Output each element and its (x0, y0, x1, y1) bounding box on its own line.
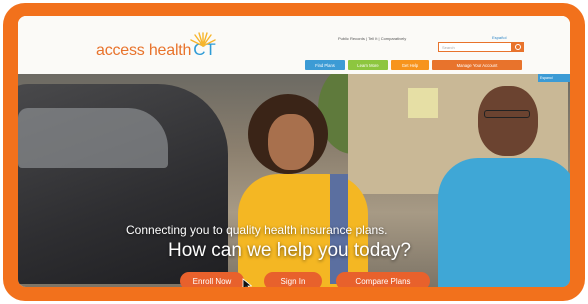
logo-text: access health (96, 42, 192, 59)
compare-plans-button[interactable]: Compare Plans (336, 272, 430, 287)
utility-links[interactable]: Public Records | Tell It | Comparatively (338, 36, 406, 41)
nav-learn-more[interactable]: Learn More (348, 60, 388, 70)
nav-manage-account[interactable]: Manage Your Account (432, 60, 522, 70)
hero-photo-man-head (478, 86, 538, 156)
hero-tagline: Connecting you to quality health insuran… (126, 223, 388, 237)
search-input[interactable]: Search (438, 42, 512, 52)
enroll-now-button[interactable]: Enroll Now (180, 272, 244, 287)
search-button[interactable] (512, 42, 524, 52)
mouse-cursor-icon (242, 278, 252, 287)
hero-question: How can we help you today? (168, 240, 411, 261)
site-header: access health CT Public Records | Tell I… (18, 16, 570, 74)
hero-photo-glasses (484, 110, 530, 118)
hero-photo-man-body (438, 158, 570, 287)
nav-get-help[interactable]: Get Help (391, 60, 429, 70)
side-tab[interactable]: Espanol (538, 74, 570, 82)
sun-icon (190, 32, 216, 47)
browser-screenshot: access health CT Public Records | Tell I… (18, 16, 570, 287)
sign-in-button[interactable]: Sign In (264, 272, 322, 287)
hero-photo-window (408, 88, 438, 118)
hero-banner: Espanol Connecting you to quality health… (18, 74, 570, 287)
nav-find-plans[interactable]: Find Plans (305, 60, 345, 70)
hero-photo-woman-face (268, 114, 314, 170)
hero-photo-car-window (18, 108, 168, 168)
espanol-link[interactable]: Español (492, 35, 506, 40)
